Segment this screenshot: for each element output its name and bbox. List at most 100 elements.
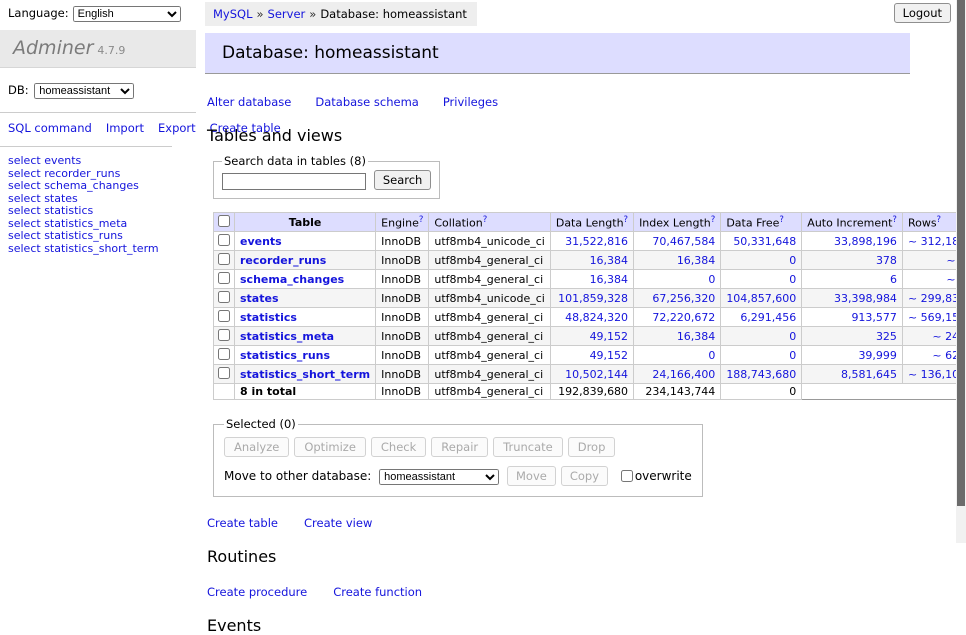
link-create-table[interactable]: Create table: [207, 516, 278, 530]
table-row-statistics: statisticsInnoDButf8mb4_general_ci48,824…: [214, 308, 966, 327]
breadcrumb-link-mysql[interactable]: MySQL: [213, 7, 253, 21]
table-name-link-statistics_runs[interactable]: statistics_runs: [240, 349, 330, 362]
link-create-procedure[interactable]: Create procedure: [207, 585, 307, 599]
select-link-recorder_runs[interactable]: select: [8, 167, 41, 180]
row-checkbox-recorder_runs[interactable]: [218, 253, 230, 265]
table-link-statistics_short_term[interactable]: statistics_short_term: [44, 242, 158, 255]
engine-cell: InnoDB: [376, 346, 429, 365]
table-name-cell: states: [235, 289, 376, 308]
select-link-statistics_meta[interactable]: select: [8, 217, 41, 230]
link-privileges[interactable]: Privileges: [443, 95, 498, 109]
data-length-cell: 16,384: [550, 270, 633, 289]
sidebar-action-sql-command[interactable]: SQL command: [8, 121, 92, 135]
table-name-cell: events: [235, 232, 376, 251]
table-link-states[interactable]: states: [44, 192, 78, 205]
help-icon[interactable]: ?: [779, 215, 784, 225]
help-icon[interactable]: ?: [624, 215, 629, 225]
move-database-select[interactable]: homeassistant: [379, 469, 499, 485]
drop-button: Drop: [568, 437, 616, 457]
breadcrumb-link-server[interactable]: Server: [268, 7, 306, 21]
sidebar-action-import[interactable]: Import: [106, 121, 144, 135]
table-link-schema_changes[interactable]: schema_changes: [44, 179, 139, 192]
breadcrumb: MySQL»Server»Database: homeassistant: [205, 2, 477, 26]
row-checkbox-statistics_short_term[interactable]: [218, 367, 230, 379]
link-alter-database[interactable]: Alter database: [207, 95, 291, 109]
row-checkbox-events[interactable]: [218, 234, 230, 246]
help-icon[interactable]: ?: [483, 215, 488, 225]
data-length-cell: 10,502,144: [550, 365, 633, 384]
row-checkbox-schema_changes[interactable]: [218, 272, 230, 284]
select-link-schema_changes[interactable]: select: [8, 179, 41, 192]
language-select[interactable]: English: [73, 6, 181, 22]
table-name-link-recorder_runs[interactable]: recorder_runs: [240, 254, 326, 267]
table-link-recorder_runs[interactable]: recorder_runs: [44, 167, 120, 180]
link-create-view[interactable]: Create view: [304, 516, 372, 530]
search-button[interactable]: Search: [374, 170, 432, 190]
select-all-checkbox[interactable]: [218, 215, 230, 227]
table-name-link-statistics_meta[interactable]: statistics_meta: [240, 330, 334, 343]
vertical-scrollbar[interactable]: [956, 0, 966, 543]
auto-increment-cell: 325: [802, 327, 903, 346]
auto-increment-cell: 33,398,984: [802, 289, 903, 308]
help-icon[interactable]: ?: [711, 215, 716, 225]
total-data-length-cell: 192,839,680: [550, 384, 633, 400]
index-length-cell: 67,256,320: [634, 289, 721, 308]
table-row-states: statesInnoDButf8mb4_unicode_ci101,859,32…: [214, 289, 966, 308]
collation-cell: utf8mb4_general_ci: [429, 308, 550, 327]
select-link-statistics_short_term[interactable]: select: [8, 242, 41, 255]
scrollbar-thumb[interactable]: [957, 0, 965, 506]
total-index-length-cell: 234,143,744: [634, 384, 721, 400]
overwrite-checkbox[interactable]: [621, 470, 633, 482]
table-name-link-statistics_short_term[interactable]: statistics_short_term: [240, 368, 370, 381]
table-name-link-events[interactable]: events: [240, 235, 282, 248]
truncate-button: Truncate: [493, 437, 563, 457]
table-name-cell: statistics: [235, 308, 376, 327]
overwrite-label[interactable]: overwrite: [617, 469, 692, 483]
row-checkbox-states[interactable]: [218, 291, 230, 303]
table-link-statistics_runs[interactable]: statistics_runs: [44, 229, 123, 242]
tables-and-views-heading: Tables and views: [207, 126, 966, 145]
help-icon[interactable]: ?: [937, 215, 942, 225]
sidebar-action-export[interactable]: Export: [158, 121, 196, 135]
db-select[interactable]: homeassistant: [34, 83, 134, 99]
table-link-events[interactable]: events: [44, 154, 81, 167]
breadcrumb-separator: »: [257, 7, 264, 21]
column-header-engine: Engine?: [376, 213, 429, 232]
data-free-cell: 104,857,600: [721, 289, 802, 308]
sidebar-actions: SQL commandImportExportCreate table: [0, 113, 172, 147]
total-data-free-cell: 0: [721, 384, 802, 400]
table-name-link-schema_changes[interactable]: schema_changes: [240, 273, 344, 286]
row-checkbox-statistics_meta[interactable]: [218, 329, 230, 341]
help-icon[interactable]: ?: [419, 215, 424, 225]
table-link-statistics[interactable]: statistics: [44, 204, 93, 217]
adminer-version: 4.7.9: [97, 44, 125, 57]
row-checkbox-statistics_runs[interactable]: [218, 348, 230, 360]
table-link-statistics_meta[interactable]: statistics_meta: [44, 217, 127, 230]
table-name-cell: statistics_meta: [235, 327, 376, 346]
table-name-link-states[interactable]: states: [240, 292, 279, 305]
select-link-statistics_runs[interactable]: select: [8, 229, 41, 242]
engine-cell: InnoDB: [376, 232, 429, 251]
language-label: Language:: [8, 6, 69, 20]
table-name-link-statistics[interactable]: statistics: [240, 311, 297, 324]
sidebar-table-list: select eventsselect recorder_runsselect …: [0, 147, 196, 263]
link-create-function[interactable]: Create function: [333, 585, 422, 599]
row-checkbox-statistics[interactable]: [218, 310, 230, 322]
collation-cell: utf8mb4_general_ci: [429, 365, 550, 384]
select-link-events[interactable]: select: [8, 154, 41, 167]
select-link-statistics[interactable]: select: [8, 204, 41, 217]
breadcrumb-current: Database: homeassistant: [320, 7, 467, 21]
logout-button[interactable]: Logout: [894, 3, 951, 23]
help-icon[interactable]: ?: [892, 215, 897, 225]
search-legend: Search data in tables (8): [222, 154, 368, 168]
column-header-auto-increment: Auto Increment?: [802, 213, 903, 232]
index-length-cell: 16,384: [634, 251, 721, 270]
data-free-cell: 0: [721, 270, 802, 289]
column-header-collation: Collation?: [429, 213, 550, 232]
data-length-cell: 31,522,816: [550, 232, 633, 251]
link-database-schema[interactable]: Database schema: [315, 95, 418, 109]
select-link-states[interactable]: select: [8, 192, 41, 205]
table-name-cell: schema_changes: [235, 270, 376, 289]
search-input[interactable]: [222, 173, 366, 190]
engine-cell: InnoDB: [376, 270, 429, 289]
